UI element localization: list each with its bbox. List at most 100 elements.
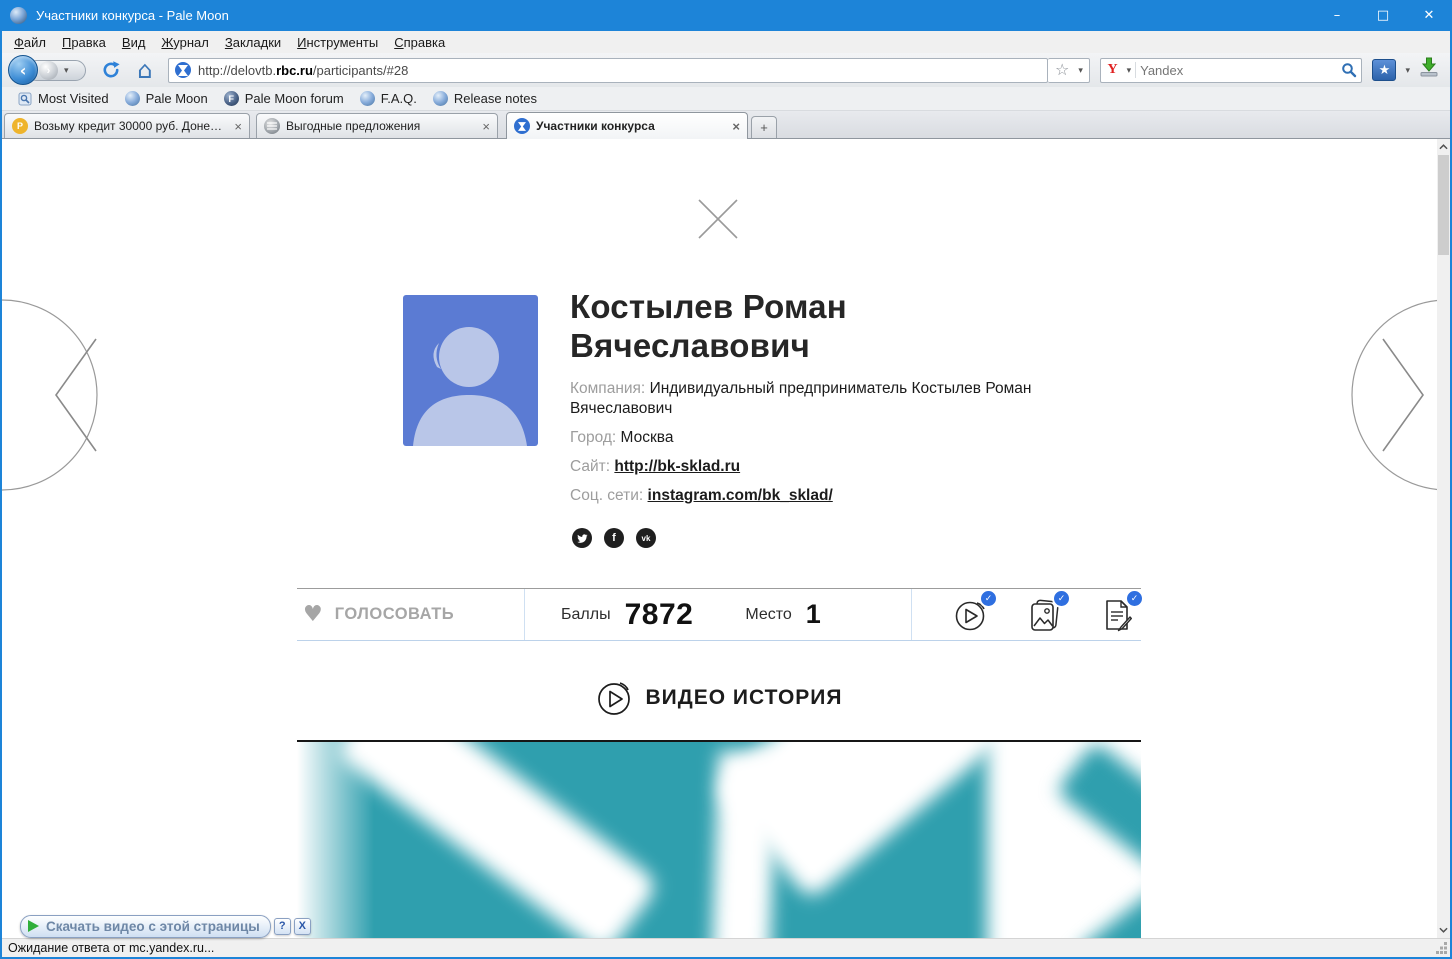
menu-edit[interactable]: Правка <box>54 33 114 52</box>
tab-close-icon[interactable]: × <box>482 119 490 134</box>
forum-globe-icon: F <box>223 91 239 106</box>
menu-bar: Файл Правка Вид Журнал Закладки Инструме… <box>2 31 1450 53</box>
tab-close-icon[interactable]: × <box>732 119 740 134</box>
participant-name: Костылев Роман Вячеславович <box>570 288 847 364</box>
navigation-toolbar: › ▾ ‹ ⌂ http://delovtb. rbc.ru/participan… <box>2 53 1450 87</box>
video-history-play-icon <box>597 682 630 715</box>
new-tab-button[interactable]: + <box>751 116 777 138</box>
menu-view[interactable]: Вид <box>114 33 154 52</box>
bookmarks-icon: ★ <box>1372 59 1397 81</box>
browser-window: Участники конкурса - Pale Moon – □ ✕ Фай… <box>0 0 1452 959</box>
place-value: 1 <box>805 599 821 629</box>
field-label: Город: <box>570 429 617 446</box>
star-dropdown-caret: ▾ <box>1078 64 1083 75</box>
menu-bookmarks[interactable]: Закладки <box>217 33 289 52</box>
menu-history[interactable]: Журнал <box>153 33 216 52</box>
scrollbar-thumb[interactable] <box>1438 155 1449 255</box>
downloads-button[interactable] <box>1418 57 1440 83</box>
resize-grip[interactable] <box>1436 942 1448 954</box>
tab-close-icon[interactable]: × <box>234 119 242 134</box>
url-domain: rbc.ru <box>276 62 313 78</box>
vk-icon[interactable]: vk <box>636 528 656 548</box>
forward-button[interactable]: › <box>39 61 58 80</box>
bookmark-most-visited[interactable]: Most Visited <box>10 91 117 106</box>
reload-button[interactable] <box>98 57 124 83</box>
field-site: Сайт: http://bk-sklad.ru <box>570 457 1040 477</box>
photos-status-button[interactable]: ✓ <box>1024 590 1069 635</box>
menu-tools[interactable]: Инструменты <box>289 33 386 52</box>
vote-button[interactable]: ♥ ГОЛОСОВАТЬ <box>297 603 524 626</box>
tab-title: Выгодные предложения <box>286 119 421 133</box>
social-link[interactable]: instagram.com/bk_sklad/ <box>648 487 833 504</box>
downloader-help-button[interactable]: ? <box>273 917 291 935</box>
reload-icon <box>103 61 120 78</box>
score-value: 7872 <box>624 597 694 631</box>
bookmark-pale-moon-forum[interactable]: F Pale Moon forum <box>216 91 352 106</box>
page-content: Костылев Роман Вячеславович Компания: Ин… <box>2 139 1437 938</box>
close-button[interactable]: ✕ <box>1406 0 1452 31</box>
vertical-scrollbar[interactable] <box>1437 139 1450 938</box>
url-bar[interactable]: http://delovtb. rbc.ru/participants/#28 <box>168 57 1049 83</box>
carousel-prev-button[interactable] <box>2 289 108 501</box>
done-badge: ✓ <box>981 590 996 606</box>
bookmarks-toolbar: Most Visited Pale Moon F Pale Moon forum… <box>2 87 1450 111</box>
status-bar: Ожидание ответа от mc.yandex.ru... <box>2 938 1450 957</box>
search-icon[interactable] <box>1341 62 1357 78</box>
profile-fields: Компания: Индивидуальный предприниматель… <box>570 379 1040 515</box>
maximize-button[interactable]: □ <box>1360 0 1406 31</box>
bookmark-label: Pale Moon <box>145 91 208 106</box>
back-button[interactable]: ‹ <box>8 55 38 85</box>
page-favicon-icon <box>175 62 191 78</box>
application-status-button[interactable]: ✓ <box>1097 590 1142 635</box>
bookmark-faq[interactable]: F.A.Q. <box>352 91 425 106</box>
yandex-logo-icon: Y <box>1107 62 1118 77</box>
url-path: /participants/#28 <box>312 62 409 78</box>
field-company: Компания: Индивидуальный предприниматель… <box>570 379 1040 419</box>
globe-icon <box>124 91 140 106</box>
site-link[interactable]: http://bk-sklad.ru <box>614 458 740 475</box>
tab-favicon-ruble: Р <box>12 118 28 134</box>
download-video-button[interactable]: Скачать видео с этой страницы <box>20 914 271 938</box>
tab-bar: Р Возьму кредит 30000 руб. Донецк -... ×… <box>2 111 1450 139</box>
most-visited-icon <box>18 92 32 105</box>
field-label: Соц. сети: <box>570 487 644 504</box>
tab-credit[interactable]: Р Возьму кредит 30000 руб. Донецк -... × <box>4 113 250 138</box>
menu-help[interactable]: Справка <box>386 33 453 52</box>
globe-icon <box>359 91 375 106</box>
tab-offers[interactable]: Выгодные предложения × <box>256 113 498 138</box>
history-dropdown-caret[interactable]: ▾ <box>64 65 69 76</box>
bookmarks-menu-button[interactable]: ★ ▾ <box>1372 59 1410 81</box>
video-preview[interactable] <box>297 740 1141 938</box>
home-button[interactable]: ⌂ <box>132 57 158 83</box>
bookmark-star-button[interactable]: ☆ ▾ <box>1048 57 1091 83</box>
video-history-title: ВИДЕО ИСТОРИЯ <box>645 686 843 709</box>
download-icon <box>1420 57 1438 77</box>
downloader-close-button[interactable]: X <box>293 917 311 935</box>
star-icon: ☆ <box>1055 60 1070 79</box>
window-title: Участники конкурса - Pale Moon <box>36 8 229 23</box>
tab-title: Возьму кредит 30000 руб. Донецк -... <box>34 119 227 133</box>
twitter-icon[interactable] <box>572 528 592 548</box>
scroll-down-icon[interactable] <box>1437 923 1450 937</box>
media-status-icons: ✓ ✓ ✓ <box>912 590 1142 635</box>
search-input[interactable] <box>1136 62 1342 78</box>
bookmark-pale-moon[interactable]: Pale Moon <box>117 91 216 106</box>
bookmark-label: Release notes <box>453 91 537 106</box>
facebook-icon[interactable]: f <box>604 528 624 548</box>
video-status-button[interactable]: ✓ <box>951 590 996 635</box>
carousel-next-button[interactable] <box>1341 289 1437 501</box>
social-icons: f vk <box>572 528 656 548</box>
bookmark-release-notes[interactable]: Release notes <box>425 91 545 106</box>
modal-close-icon[interactable] <box>696 197 740 241</box>
menu-file[interactable]: Файл <box>6 33 54 52</box>
tab-participants-active[interactable]: Участники конкурса × <box>506 112 748 139</box>
field-label: Компания: <box>570 380 646 397</box>
minimize-button[interactable]: – <box>1314 0 1360 31</box>
place-label: Место <box>745 605 792 623</box>
scroll-up-icon[interactable] <box>1437 140 1450 154</box>
tab-favicon-hourglass <box>514 118 530 134</box>
search-engine-selector[interactable]: Y ▾ <box>1105 62 1137 78</box>
bookmark-label: Pale Moon forum <box>244 91 344 106</box>
bookmark-label: Most Visited <box>38 91 109 106</box>
done-badge: ✓ <box>1127 590 1142 606</box>
